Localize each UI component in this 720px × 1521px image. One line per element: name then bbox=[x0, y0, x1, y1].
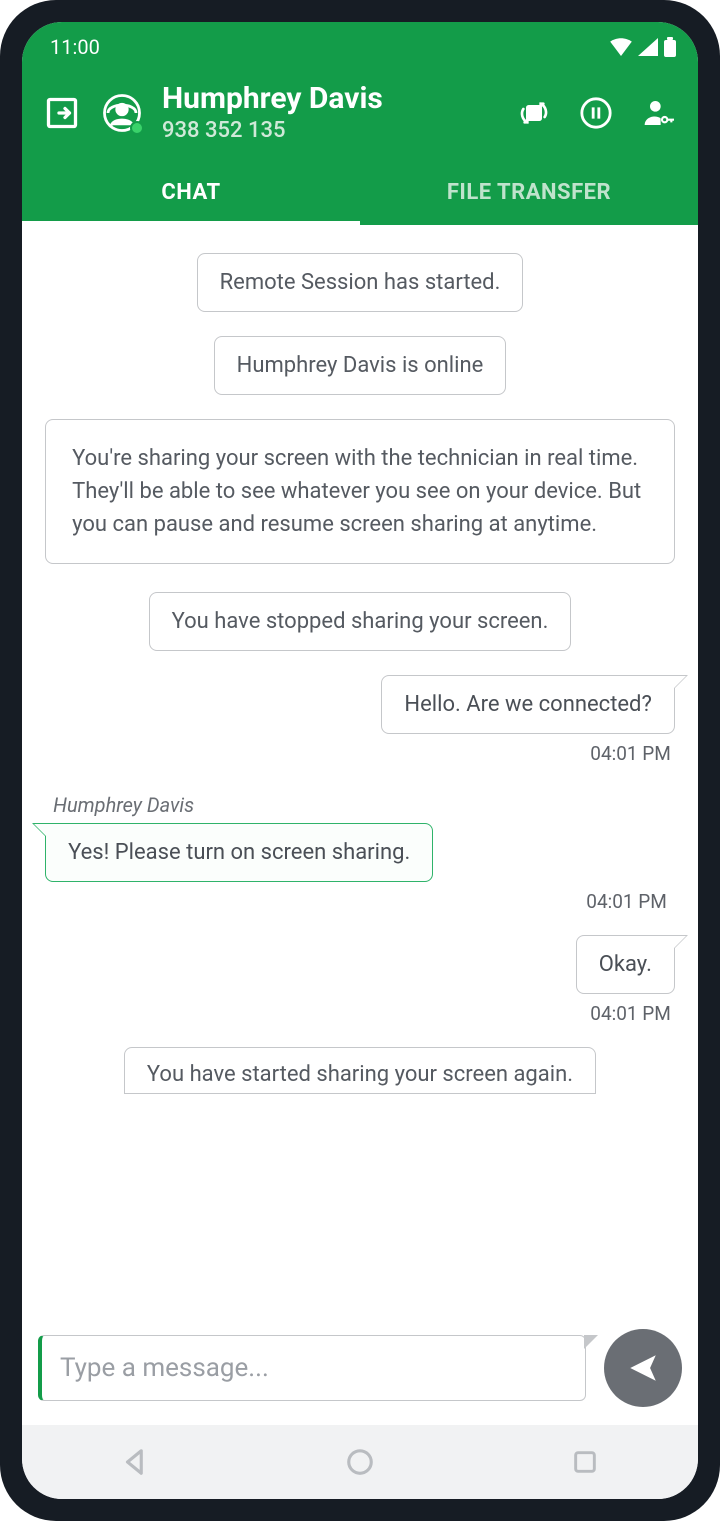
nav-back-button[interactable] bbox=[115, 1442, 155, 1482]
tab-file-transfer[interactable]: FILE TRANSFER bbox=[360, 163, 698, 225]
device-frame: 11:00 bbox=[0, 0, 720, 1521]
message-input-placeholder: Type a message... bbox=[60, 1353, 269, 1383]
user-key-button[interactable] bbox=[638, 93, 678, 133]
technician-avatar[interactable] bbox=[100, 91, 144, 135]
system-sharing-stopped: You have stopped sharing your screen. bbox=[149, 592, 572, 651]
clock: 11:00 bbox=[50, 35, 100, 59]
nav-recent-icon bbox=[571, 1448, 599, 1476]
message-bubble[interactable]: Hello. Are we connected? bbox=[381, 675, 674, 734]
message-bubble[interactable]: Yes! Please turn on screen sharing. bbox=[45, 823, 433, 882]
nav-recent-button[interactable] bbox=[565, 1442, 605, 1482]
message-text: Okay. bbox=[599, 952, 652, 977]
message-timestamp: 04:01 PM bbox=[586, 890, 667, 913]
tab-chat[interactable]: CHAT bbox=[22, 163, 360, 225]
system-sharing-resumed: You have started sharing your screen aga… bbox=[124, 1047, 596, 1094]
chat-scroll[interactable]: Remote Session has started. Humphrey Dav… bbox=[22, 225, 698, 1315]
user-key-icon bbox=[642, 97, 674, 129]
nav-home-icon bbox=[345, 1447, 375, 1477]
message-timestamp: 04:01 PM bbox=[590, 742, 671, 765]
system-user-online: Humphrey Davis is online bbox=[214, 336, 507, 395]
session-id: 938 352 135 bbox=[162, 118, 492, 143]
message-incoming: Humphrey Davis Yes! Please turn on scree… bbox=[45, 787, 675, 913]
pause-icon bbox=[579, 96, 613, 130]
composer: Type a message... bbox=[22, 1315, 698, 1425]
pause-sharing-button[interactable] bbox=[576, 93, 616, 133]
exit-session-button[interactable] bbox=[42, 93, 82, 133]
technician-name: Humphrey Davis bbox=[162, 82, 492, 115]
header-actions bbox=[514, 93, 678, 133]
battery-icon bbox=[664, 37, 676, 57]
nav-home-button[interactable] bbox=[340, 1442, 380, 1482]
message-bubble[interactable]: Okay. bbox=[576, 935, 675, 994]
android-nav-bar bbox=[22, 1425, 698, 1499]
message-sender: Humphrey Davis bbox=[53, 793, 194, 817]
header-titles: Humphrey Davis 938 352 135 bbox=[162, 82, 492, 143]
message-outgoing: Hello. Are we connected? 04:01 PM bbox=[45, 675, 675, 765]
message-outgoing: Okay. 04:01 PM bbox=[45, 935, 675, 1025]
swap-icon bbox=[518, 97, 550, 129]
status-icons bbox=[610, 37, 676, 57]
message-input[interactable]: Type a message... bbox=[38, 1335, 586, 1401]
wifi-icon bbox=[610, 38, 632, 56]
nav-back-icon bbox=[120, 1447, 150, 1477]
tabs: CHAT FILE TRANSFER bbox=[22, 163, 698, 225]
message-text: Yes! Please turn on screen sharing. bbox=[68, 840, 410, 865]
signal-icon bbox=[638, 38, 658, 56]
send-button[interactable] bbox=[604, 1329, 682, 1407]
presence-indicator bbox=[130, 121, 144, 135]
swap-camera-button[interactable] bbox=[514, 93, 554, 133]
exit-icon bbox=[44, 95, 80, 131]
status-bar: 11:00 bbox=[22, 22, 698, 72]
send-icon bbox=[626, 1351, 660, 1385]
message-text: Hello. Are we connected? bbox=[404, 692, 651, 717]
system-session-started: Remote Session has started. bbox=[197, 253, 524, 312]
message-timestamp: 04:01 PM bbox=[590, 1002, 671, 1025]
screen: 11:00 bbox=[22, 22, 698, 1499]
app-header: Humphrey Davis 938 352 135 bbox=[22, 72, 698, 163]
system-sharing-notice: You're sharing your screen with the tech… bbox=[45, 419, 675, 564]
